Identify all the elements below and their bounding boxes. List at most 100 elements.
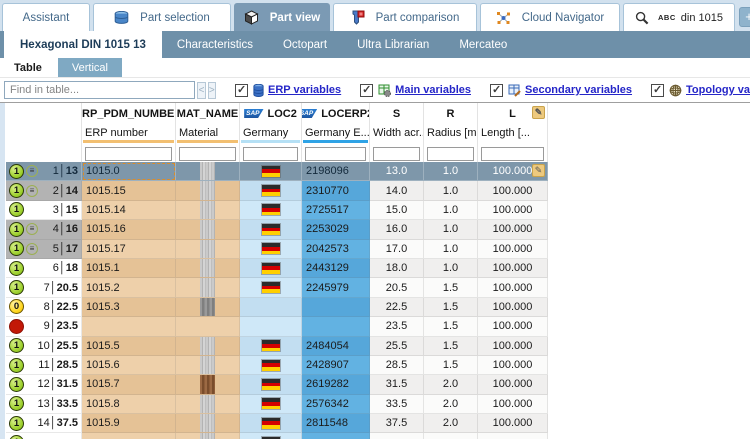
column-filter-input-R[interactable]: [427, 146, 474, 161]
locerp2-cell[interactable]: 2619282: [302, 375, 370, 395]
erp-number-cell[interactable]: 1015.3: [82, 297, 176, 318]
erp-number-cell[interactable]: 1015.17: [82, 239, 176, 259]
radius-cell[interactable]: 2.0: [424, 375, 478, 395]
locerp2-cell[interactable]: [302, 433, 370, 439]
topology-variables-link[interactable]: Topology va: [686, 84, 750, 96]
width-across-cell[interactable]: 20.5: [370, 278, 424, 298]
loc2-cell[interactable]: [240, 162, 302, 182]
table-row[interactable]: 1 ≡ 4│16 1015.16 2253029 16.0 1.0 100.000: [6, 220, 548, 240]
tab-cloud-navigator[interactable]: Cloud Navigator: [480, 3, 620, 31]
column-filter-input-MAT_NAME[interactable]: [179, 146, 236, 161]
tab-part-name[interactable]: Hexagonal DIN 1015 13: [4, 31, 162, 58]
loc2-cell[interactable]: [240, 433, 302, 439]
radius-cell[interactable]: 2.0: [424, 414, 478, 434]
loc2-cell[interactable]: [240, 355, 302, 376]
width-across-cell[interactable]: 31.5: [370, 375, 424, 395]
column-filter-input-LOCERP2[interactable]: [305, 146, 366, 161]
tab-octopart[interactable]: Octopart: [268, 31, 342, 58]
material-cell[interactable]: [176, 355, 240, 376]
material-cell[interactable]: [176, 317, 240, 337]
tab-characteristics[interactable]: Characteristics: [162, 31, 268, 58]
radius-cell[interactable]: 1.5: [424, 278, 478, 298]
locerp2-cell[interactable]: 2253029: [302, 220, 370, 240]
table-row[interactable]: 1 7│20.5 1015.2 2245979 20.5 1.5 100.000: [6, 278, 548, 298]
width-across-cell[interactable]: 18.0: [370, 258, 424, 279]
length-cell[interactable]: 100.000: [478, 239, 548, 259]
erp-number-cell[interactable]: 1015.9: [82, 414, 176, 434]
length-cell[interactable]: 100.000: [478, 297, 548, 318]
radius-cell[interactable]: 1.0: [424, 162, 478, 182]
width-across-cell[interactable]: 37.5: [370, 414, 424, 434]
tab-part-view[interactable]: Part view: [234, 3, 330, 31]
length-cell[interactable]: 100.000: [478, 258, 548, 279]
loc2-cell[interactable]: [240, 220, 302, 240]
locerp2-cell[interactable]: 2042573: [302, 239, 370, 259]
loc2-cell[interactable]: [240, 239, 302, 259]
loc2-cell[interactable]: [240, 258, 302, 279]
width-across-cell[interactable]: 13.0: [370, 162, 424, 182]
secondary-variables-link[interactable]: Secondary variables: [525, 84, 632, 96]
loc2-cell[interactable]: [240, 297, 302, 318]
main-variables-checkbox[interactable]: [360, 83, 374, 97]
tab-ultra-librarian[interactable]: Ultra Librarian: [342, 31, 444, 58]
table-row[interactable]: 1 12│31.5 1015.7 2619282 31.5 2.0 100.000: [6, 375, 548, 395]
locerp2-cell[interactable]: 2245979: [302, 278, 370, 298]
locerp2-cell[interactable]: [302, 297, 370, 318]
table-row[interactable]: 1 14│37.5 1015.9 2811548 37.5 2.0 100.000: [6, 414, 548, 434]
radius-cell[interactable]: [424, 433, 478, 439]
loc2-cell[interactable]: [240, 200, 302, 221]
row-number-cell[interactable]: 1 ≡ 5│17: [6, 239, 82, 259]
table-row[interactable]: 1 3│15 1015.14 2725517 15.0 1.0 100.000: [6, 200, 548, 221]
tab-part-selection[interactable]: Part selection: [93, 3, 231, 31]
locerp2-cell[interactable]: 2443129: [302, 258, 370, 279]
material-cell[interactable]: [176, 297, 240, 318]
length-cell[interactable]: 100.000: [478, 181, 548, 201]
length-cell[interactable]: 100.000 ✎: [478, 162, 548, 182]
radius-cell[interactable]: 1.0: [424, 258, 478, 279]
width-across-cell[interactable]: 23.5: [370, 317, 424, 337]
row-number-cell[interactable]: 9│23.5: [6, 317, 82, 337]
erp-number-cell[interactable]: 1015.8: [82, 394, 176, 415]
column-filter-input-L[interactable]: [481, 146, 544, 161]
edit-pencil-icon[interactable]: ✎: [532, 106, 545, 119]
tab-part-comparison[interactable]: Part comparison: [333, 3, 477, 31]
table-row[interactable]: 0 8│22.5 1015.3 22.5 1.5 100.000: [6, 297, 548, 318]
erp-number-cell[interactable]: [82, 433, 176, 439]
length-cell[interactable]: 100.000: [478, 394, 548, 415]
erp-number-cell[interactable]: 1015.5: [82, 336, 176, 356]
table-row[interactable]: 1 ≡ 5│17 1015.17 2042573 17.0 1.0 100.000: [6, 239, 548, 259]
width-across-cell[interactable]: [370, 433, 424, 439]
width-across-cell[interactable]: 28.5: [370, 355, 424, 376]
new-tab-button[interactable]: +: [739, 7, 750, 27]
material-cell[interactable]: [176, 394, 240, 415]
material-cell[interactable]: [176, 433, 240, 439]
radius-cell[interactable]: 1.0: [424, 200, 478, 221]
width-across-cell[interactable]: 15.0: [370, 200, 424, 221]
radius-cell[interactable]: 1.0: [424, 239, 478, 259]
search-query[interactable]: din 1015: [681, 12, 723, 24]
length-cell[interactable]: [478, 433, 548, 439]
table-row[interactable]: 1 ≡ 1│13 1015.0 2198096 13.0 1.0 100.000 ✎: [6, 162, 548, 182]
column-header-L[interactable]: L ✎: [478, 103, 548, 124]
row-number-cell[interactable]: 1 12│31.5: [6, 375, 82, 395]
tab-search[interactable]: ABC din 1015: [623, 3, 735, 31]
row-number-cell[interactable]: 1 6│18: [6, 258, 82, 279]
column-filter-input-ERP_PDM_NUMBER[interactable]: [85, 146, 172, 161]
material-cell[interactable]: [176, 414, 240, 434]
row-number-cell[interactable]: 1 3│15: [6, 200, 82, 221]
row-number-cell[interactable]: 1 11│28.5: [6, 355, 82, 376]
material-cell[interactable]: [176, 162, 240, 182]
edit-pencil-icon[interactable]: ✎: [532, 164, 545, 177]
locerp2-cell[interactable]: 2725517: [302, 200, 370, 221]
erp-variables-checkbox[interactable]: [234, 83, 248, 97]
find-prev-button[interactable]: <: [197, 81, 206, 99]
width-across-cell[interactable]: 25.5: [370, 336, 424, 356]
locerp2-cell[interactable]: 2576342: [302, 394, 370, 415]
column-header-LOCERP2[interactable]: SAPLOCERP2: [302, 103, 370, 124]
tab-table-view[interactable]: Table: [0, 58, 56, 77]
length-cell[interactable]: 100.000: [478, 336, 548, 356]
length-cell[interactable]: 100.000: [478, 200, 548, 221]
locerp2-cell[interactable]: 2484054: [302, 336, 370, 356]
table-row[interactable]: 1 10│25.5 1015.5 2484054 25.5 1.5 100.000: [6, 336, 548, 356]
width-across-cell[interactable]: 14.0: [370, 181, 424, 201]
